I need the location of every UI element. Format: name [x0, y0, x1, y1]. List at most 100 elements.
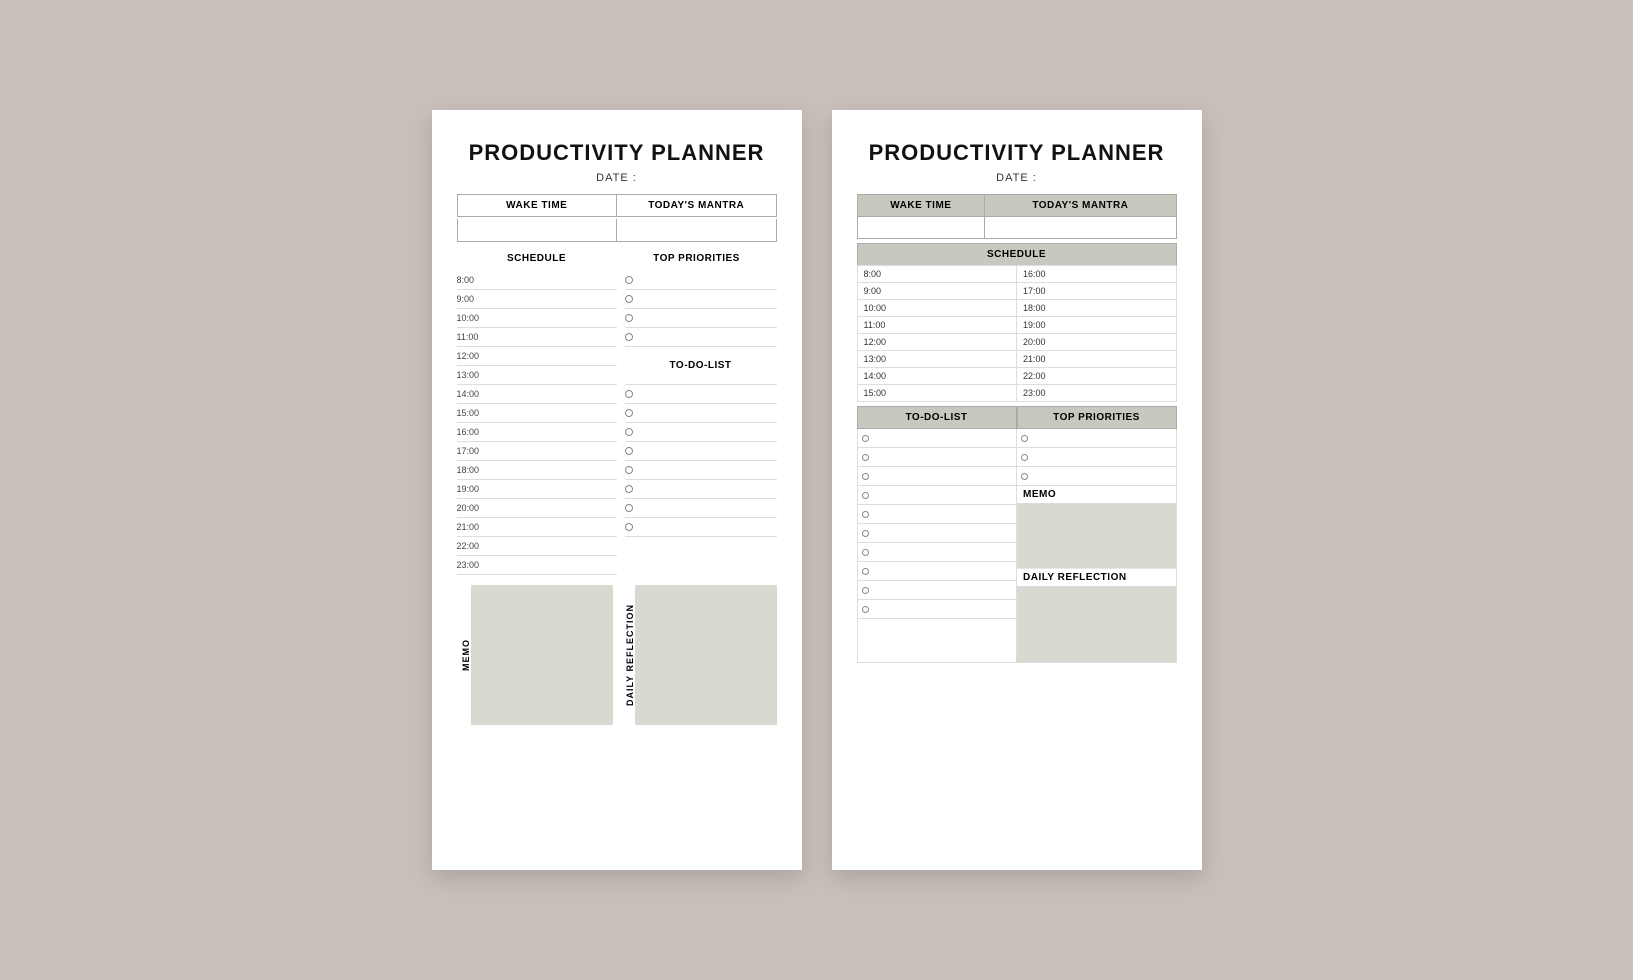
todays-mantra-header: TODAY'S MANTRA — [617, 195, 776, 216]
time-1900: 19:00 — [457, 484, 492, 494]
left-reflection-box: DAILY REFLECTION — [621, 585, 777, 725]
time-1800: 18:00 — [457, 465, 492, 475]
todo-list-label: TO-DO-LIST — [669, 360, 731, 371]
priority-circle-9 — [625, 466, 633, 474]
sched-left-1100: 11:00 — [857, 317, 1017, 334]
schedule-row-r4: 11:00 19:00 — [857, 317, 1176, 334]
sched-left-1400: 14:00 — [857, 368, 1017, 385]
time-1600: 16:00 — [457, 427, 492, 437]
priority-circle-4 — [625, 333, 633, 341]
schedule-row-1000: 10:00 — [457, 309, 617, 328]
left-header-row: WAKE TIME TODAY'S MANTRA — [457, 194, 777, 217]
time-1000: 10:00 — [457, 313, 492, 323]
time-800: 8:00 — [457, 275, 492, 285]
priority-row-3 — [625, 309, 777, 328]
right-memo-label: MEMO — [1017, 486, 1176, 504]
left-schedule-section: 8:00 9:00 10:00 11:00 12:00 13:00 14:00 … — [457, 271, 777, 575]
left-sub-headers: SCHEDULE TOP PRIORITIES — [457, 250, 777, 267]
todo-row-4 — [858, 486, 1017, 505]
time-900: 9:00 — [457, 294, 492, 304]
sched-right-2200: 22:00 — [1017, 368, 1177, 385]
schedule-sub-header: SCHEDULE — [457, 250, 617, 267]
sched-left-1000: 10:00 — [857, 300, 1017, 317]
right-reflection-area[interactable] — [1017, 587, 1176, 662]
right-header-table: WAKE TIME TODAY'S MANTRA — [857, 194, 1177, 239]
todo-circle-8 — [862, 568, 869, 575]
schedule-row-r8: 15:00 23:00 — [857, 385, 1176, 402]
right-priority-row-1 — [1017, 429, 1176, 448]
time-1100: 11:00 — [457, 332, 492, 342]
priority-row-4 — [625, 328, 777, 347]
left-header-value-row — [457, 219, 777, 242]
priority-row-1 — [625, 271, 777, 290]
sched-right-1900: 19:00 — [1017, 317, 1177, 334]
sched-left-900: 9:00 — [857, 283, 1017, 300]
time-2300: 23:00 — [457, 560, 492, 570]
schedule-row-1600: 16:00 — [457, 423, 617, 442]
time-2000: 20:00 — [457, 503, 492, 513]
schedule-row-2300: 23:00 — [457, 556, 617, 575]
schedule-row-r5: 12:00 20:00 — [857, 334, 1176, 351]
schedule-row-1200: 12:00 — [457, 347, 617, 366]
right-todo-header: TO-DO-LIST — [857, 406, 1017, 429]
left-page-date: DATE : — [457, 172, 777, 184]
right-mantra-value[interactable] — [985, 217, 1176, 239]
schedule-row-800: 8:00 — [457, 271, 617, 290]
sched-right-1700: 17:00 — [1017, 283, 1177, 300]
schedule-row-900: 9:00 — [457, 290, 617, 309]
todo-list-title-area: TO-DO-LIST — [625, 347, 777, 385]
right-priority-circle-3 — [1021, 473, 1028, 480]
right-reflection-label: DAILY REFLECTION — [1017, 569, 1176, 587]
schedule-row-1400: 14:00 — [457, 385, 617, 404]
mantra-value[interactable] — [617, 219, 776, 241]
schedule-row-1800: 18:00 — [457, 461, 617, 480]
memo-label: MEMO — [457, 585, 471, 725]
left-schedule-col: 8:00 9:00 10:00 11:00 12:00 13:00 14:00 … — [457, 271, 617, 575]
right-bottom-content: MEMO DAILY REFLECTION — [857, 429, 1177, 663]
right-todo-col — [857, 429, 1017, 663]
priority-circle-12 — [625, 523, 633, 531]
todo-circle-6 — [862, 530, 869, 537]
sched-right-1600: 16:00 — [1017, 266, 1177, 283]
sched-right-2000: 20:00 — [1017, 334, 1177, 351]
priority-circle-3 — [625, 314, 633, 322]
left-memo-box: MEMO — [457, 585, 613, 725]
right-memo-area[interactable] — [1017, 504, 1176, 569]
priority-row-2 — [625, 290, 777, 309]
right-priority-circle-2 — [1021, 454, 1028, 461]
reflection-area[interactable] — [635, 585, 777, 725]
memo-area[interactable] — [471, 585, 613, 725]
priority-row-11 — [625, 499, 777, 518]
right-schedule-header: SCHEDULE — [857, 243, 1177, 265]
left-bottom-section: MEMO DAILY REFLECTION — [457, 585, 777, 725]
todo-row-1 — [858, 429, 1017, 448]
priority-row-7 — [625, 423, 777, 442]
priority-circle-11 — [625, 504, 633, 512]
time-1400: 14:00 — [457, 389, 492, 399]
schedule-row-1300: 13:00 — [457, 366, 617, 385]
right-priority-row-3 — [1017, 467, 1176, 486]
schedule-row-r7: 14:00 22:00 — [857, 368, 1176, 385]
schedule-row-1900: 19:00 — [457, 480, 617, 499]
todo-circle-4 — [862, 492, 869, 499]
right-priorities-col: MEMO DAILY REFLECTION — [1016, 429, 1177, 663]
schedule-row-r6: 13:00 21:00 — [857, 351, 1176, 368]
time-1200: 12:00 — [457, 351, 492, 361]
priority-circle-10 — [625, 485, 633, 493]
time-1300: 13:00 — [457, 370, 492, 380]
right-wake-time-value[interactable] — [857, 217, 985, 239]
wake-time-value[interactable] — [458, 219, 618, 241]
priority-row-12 — [625, 518, 777, 537]
priority-circle-5 — [625, 390, 633, 398]
time-1500: 15:00 — [457, 408, 492, 418]
sched-right-1800: 18:00 — [1017, 300, 1177, 317]
schedule-row-1700: 17:00 — [457, 442, 617, 461]
sched-left-1200: 12:00 — [857, 334, 1017, 351]
todo-row-6 — [858, 524, 1017, 543]
schedule-row-2000: 20:00 — [457, 499, 617, 518]
left-page-title: PRODUCTIVITY PLANNER — [457, 140, 777, 166]
schedule-row-2200: 22:00 — [457, 537, 617, 556]
right-wake-time-header: WAKE TIME — [857, 195, 985, 217]
priority-circle-1 — [625, 276, 633, 284]
right-page: PRODUCTIVITY PLANNER DATE : WAKE TIME TO… — [832, 110, 1202, 870]
